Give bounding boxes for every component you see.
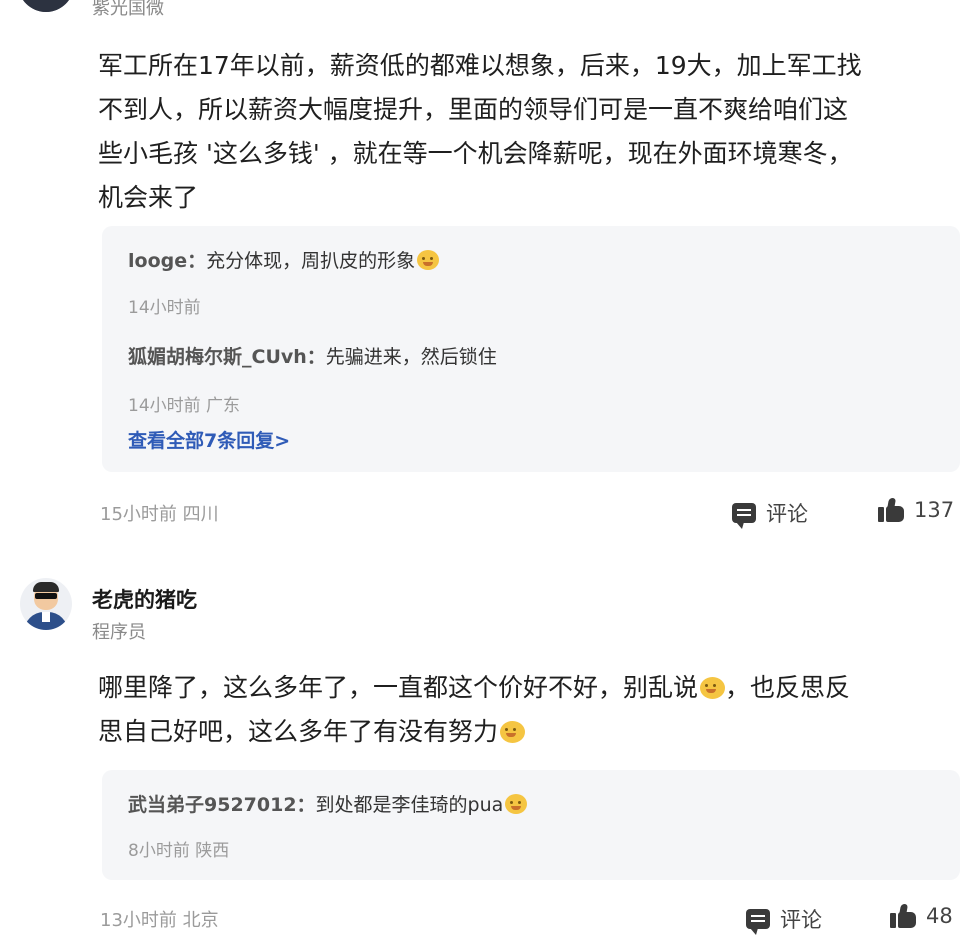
see-all-replies-link[interactable]: 查看全部7条回复> (128, 426, 290, 453)
comment-body-line: 不到人，所以薪资大幅度提升，里面的领导们可是一直不爽给咱们这 (98, 95, 849, 124)
reply-box: looge：充分体现，周扒皮的形象 14小时前 狐媚胡梅尔斯_CUvh：先骗进来… (102, 226, 960, 472)
reply-meta: 14小时前 (128, 298, 201, 318)
comment-label: 评论 (780, 908, 822, 932)
user-subtitle: 紫光国微 (92, 0, 164, 19)
comment-button[interactable]: 评论 (732, 498, 808, 529)
comment-body: 哪里降了，这么多年了，一直都这个价好不好，别乱说 ，也反思反 思自己好吧，这么多年… (98, 666, 958, 754)
like-button[interactable]: 48 (890, 904, 953, 928)
like-count: 48 (926, 904, 953, 928)
reply-text: 先骗进来，然后锁住 (325, 346, 497, 368)
reply-author[interactable]: looge： (128, 250, 206, 272)
reply-meta: 8小时前 陕西 (128, 841, 230, 861)
reply-meta: 14小时前 广东 (128, 396, 241, 416)
laughing-emoji-icon (700, 677, 726, 699)
comment-meta: 15小时前 四川 (100, 504, 219, 525)
comment-button[interactable]: 评论 (746, 904, 822, 935)
comment-icon (732, 503, 756, 529)
thumbs-up-icon (878, 498, 904, 522)
reply-item[interactable]: 狐媚胡梅尔斯_CUvh：先骗进来，然后锁住 (128, 342, 497, 369)
like-count: 137 (914, 498, 955, 522)
reply-author[interactable]: 狐媚胡梅尔斯_CUvh： (128, 346, 326, 368)
reply-author[interactable]: 武当弟子9527012： (128, 794, 316, 816)
comment-body-text: ，也反思反 (725, 673, 851, 702)
comment-body-line: 些小毛孩 '这么多钱' ，就在等一个机会降薪呢，现在外面环境寒冬， (98, 139, 853, 168)
reply-item[interactable]: 武当弟子9527012：到处都是李佳琦的pua (128, 790, 528, 817)
reply-item[interactable]: looge：充分体现，周扒皮的形象 (128, 246, 440, 273)
comment-body-line: 机会来了 (98, 183, 199, 212)
reply-text: 充分体现，周扒皮的形象 (206, 250, 416, 272)
laughing-emoji-icon (505, 794, 528, 814)
comment-body-text: 思自己好吧，这么多年了有没有努力 (98, 717, 499, 746)
comment-body-line: 军工所在17年以前，薪资低的都难以想象，后来，19大，加上军工找 (98, 51, 862, 80)
like-button[interactable]: 137 (878, 498, 954, 522)
laughing-emoji-icon (500, 721, 526, 743)
laughing-emoji-icon (417, 250, 440, 270)
comment-label: 评论 (766, 502, 808, 526)
comment-body-text: 哪里降了，这么多年了，一直都这个价好不好，别乱说 (98, 673, 699, 702)
thumbs-up-icon (890, 904, 916, 928)
comment-meta: 13小时前 北京 (100, 910, 219, 931)
avatar[interactable] (20, 578, 72, 630)
comment-icon (746, 909, 770, 935)
reply-text: 到处都是李佳琦的pua (315, 794, 504, 816)
reply-box: 武当弟子9527012：到处都是李佳琦的pua 8小时前 陕西 (102, 770, 960, 880)
avatar[interactable] (18, 0, 74, 12)
comment-body-line: 思自己好吧，这么多年了有没有努力 (98, 710, 958, 754)
username[interactable]: 老虎的猪吃 (92, 584, 197, 614)
comment-body: 军工所在17年以前，薪资低的都难以想象，后来，19大，加上军工找 不到人，所以薪… (98, 44, 958, 220)
user-subtitle: 程序员 (92, 622, 146, 643)
comment-body-line: 哪里降了，这么多年了，一直都这个价好不好，别乱说 ，也反思反 (98, 666, 958, 710)
